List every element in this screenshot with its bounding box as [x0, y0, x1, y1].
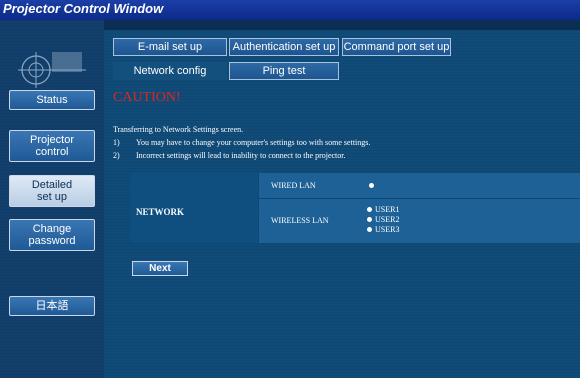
network-label: NETWORK [136, 207, 185, 217]
window-title: Projector Control Window [3, 1, 164, 16]
intro-text: Transferring to Network Settings screen. [113, 125, 244, 134]
wireless-option-user2[interactable]: USER2 [367, 215, 399, 224]
tab-command-port-set-up[interactable]: Command port set up [342, 38, 451, 56]
next-button[interactable]: Next [132, 261, 188, 276]
note-number: 2) [113, 151, 120, 160]
tab-network-config[interactable]: Network config [113, 62, 227, 80]
wireless-lan-label: WIRELESS LAN [271, 216, 329, 225]
radio-selected-icon [367, 207, 372, 212]
sidebar-item-label: Status [36, 94, 68, 106]
tab-label: Authentication set up [232, 41, 336, 53]
sidebar-item-change-password[interactable]: Change password [9, 219, 95, 251]
crosshair-logo-icon [18, 52, 86, 88]
sidebar-item-language[interactable]: 日本語 [9, 296, 95, 316]
sidebar: Status Projector control Detailed set up… [0, 20, 104, 378]
sidebar-item-label: Change password [28, 223, 76, 247]
option-label: USER3 [375, 225, 400, 234]
wireless-option-user1[interactable]: USER1 [367, 205, 399, 214]
tab-authentication-set-up[interactable]: Authentication set up [229, 38, 339, 56]
title-bar: Projector Control Window [0, 0, 580, 20]
sidebar-item-projector-control[interactable]: Projector control [9, 130, 95, 162]
note-text: You may have to change your computer's s… [136, 138, 371, 147]
radio-icon [367, 217, 372, 222]
tab-label: E-mail set up [137, 41, 203, 53]
option-label: USER1 [375, 205, 400, 214]
wireless-lan-row: WIRELESS LAN USER1 USER2 USER3 [259, 199, 580, 243]
sidebar-item-label: Projector control [29, 134, 75, 158]
sidebar-item-detailed-set-up[interactable]: Detailed set up [9, 175, 95, 207]
radio-icon [367, 227, 372, 232]
network-table: NETWORK WIRED LAN WIRELESS LAN USER1 USE… [130, 173, 580, 243]
option-label: USER2 [375, 215, 400, 224]
sidebar-item-label: Detailed set up [31, 179, 73, 203]
wired-lan-row[interactable]: WIRED LAN [259, 173, 580, 198]
note-number: 1) [113, 138, 120, 147]
caution-heading: CAUTION! [113, 90, 181, 105]
note-text: Incorrect settings will lead to inabilit… [136, 151, 346, 160]
wired-lan-radio[interactable] [369, 183, 374, 188]
next-button-label: Next [149, 263, 171, 274]
tab-label: Ping test [262, 65, 306, 77]
wired-lan-label: WIRED LAN [271, 181, 316, 190]
tab-label: Network config [133, 65, 207, 77]
tab-label: Command port set up [343, 41, 450, 53]
sidebar-item-label: 日本語 [35, 300, 69, 312]
wireless-option-user3[interactable]: USER3 [367, 225, 399, 234]
tab-email-set-up[interactable]: E-mail set up [113, 38, 227, 56]
network-label-cell: NETWORK [130, 173, 258, 243]
sidebar-item-status[interactable]: Status [9, 90, 95, 110]
tab-ping-test[interactable]: Ping test [229, 62, 339, 80]
